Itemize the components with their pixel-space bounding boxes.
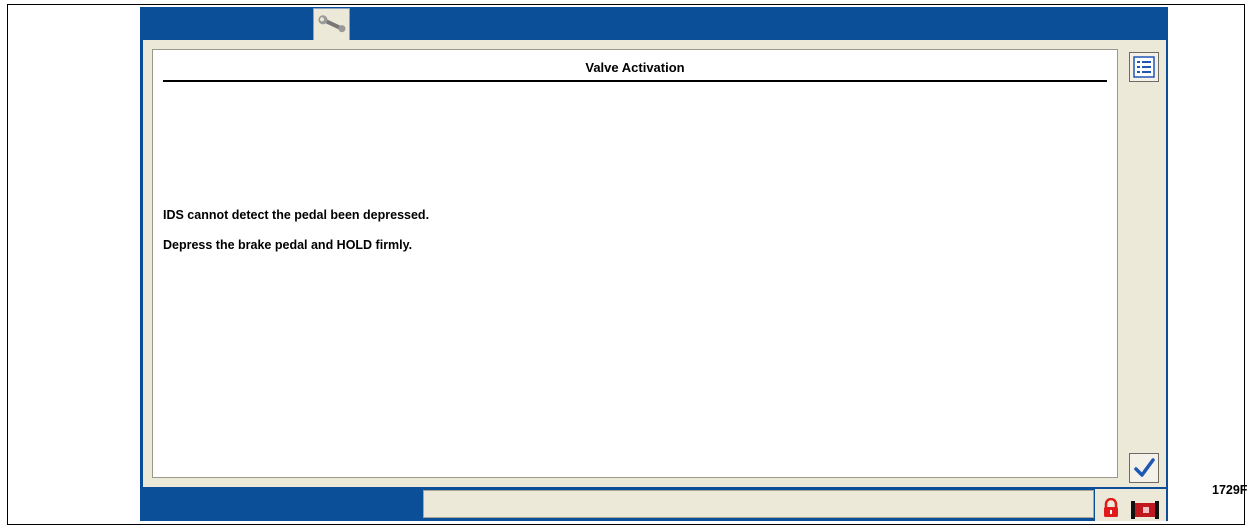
wrench-icon bbox=[318, 15, 346, 33]
checkmark-icon bbox=[1134, 458, 1155, 477]
title-divider bbox=[163, 80, 1107, 82]
status-left-panel bbox=[140, 489, 422, 521]
menu-button[interactable] bbox=[1129, 52, 1159, 82]
message-line: Depress the brake pedal and HOLD firmly. bbox=[163, 238, 413, 252]
tab-tools[interactable] bbox=[313, 8, 350, 40]
confirm-button[interactable] bbox=[1129, 453, 1159, 483]
flag-icon[interactable] bbox=[1131, 500, 1161, 520]
figure-reference: 1729F bbox=[1212, 483, 1248, 497]
message-line: IDS cannot detect the pedal been depress… bbox=[163, 208, 430, 222]
content-panel: Valve Activation IDS cannot detect the p… bbox=[152, 49, 1118, 478]
status-bar bbox=[423, 490, 1094, 518]
lock-icon[interactable] bbox=[1102, 498, 1120, 518]
page-title: Valve Activation bbox=[585, 60, 685, 75]
list-menu-icon bbox=[1133, 56, 1155, 78]
